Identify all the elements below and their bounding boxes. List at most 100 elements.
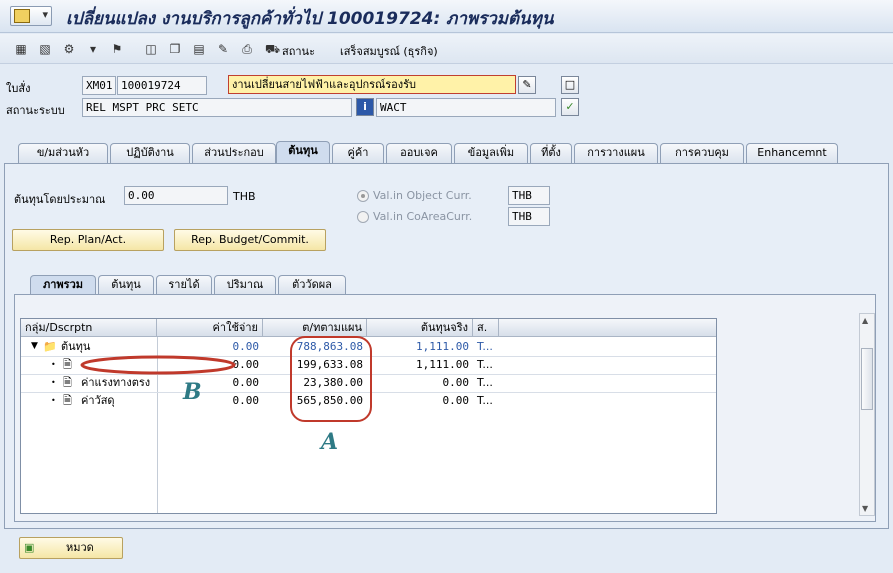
row-expense: 0.00 [232, 376, 260, 389]
row-expense: 0.00 [232, 340, 260, 353]
order-type-field: XM01 [82, 76, 116, 95]
tab-components[interactable]: ส่วนประกอบ [192, 143, 276, 163]
open-text-icon[interactable]: □ [561, 76, 579, 94]
row-status: T... [477, 340, 493, 353]
complete-business-button[interactable]: เสร็จสมบูรณ์ (ธุรกิจ) [340, 42, 438, 60]
category-button-label: หมวด [66, 541, 94, 554]
system-menu-icon [14, 9, 30, 23]
row-planned: 565,850.00 [296, 394, 363, 407]
long-text-icon[interactable]: ✎ [518, 76, 536, 94]
application-toolbar: ▦ ▧ ⚙ ▾ ⚑ ◫ ❐ ▤ ✎ ⎙ ⛟ สถานะ เสร็จสมบูรณ์… [0, 34, 893, 64]
system-status-label: สถานะระบบ [6, 104, 65, 117]
scroll-thumb[interactable] [861, 348, 873, 410]
object-currency-field: THB [508, 186, 550, 205]
flag-icon[interactable]: ⚑ [110, 42, 124, 56]
coarea-currency-field: THB [508, 207, 550, 226]
row-actual: 0.00 [442, 376, 470, 389]
subtab-costs[interactable]: ต้นทุน [98, 275, 154, 294]
column-header-status[interactable]: ส. [473, 319, 499, 337]
table-row[interactable]: ▼ 📁 ต้นทุน 0.00 788,863.08 1,111.00 T... [21, 338, 716, 356]
title-bar: ▾ เปลี่ยนแปลง งานบริการลูกค้าทั่วไป 1000… [0, 0, 893, 33]
system-status-field: REL MSPT PRC SETC [82, 98, 352, 117]
subtab-overview[interactable]: ภาพรวม [30, 275, 96, 294]
estimated-costs-field: 0.00 [124, 186, 228, 205]
estimated-costs-currency: THB [233, 190, 256, 203]
annotation-label-b: B [183, 379, 202, 405]
filter-icon[interactable]: ▾ [86, 42, 100, 56]
user-status-field: WACT [376, 98, 556, 117]
row-expense: 0.00 [232, 394, 260, 407]
check-icon[interactable]: ✓ [561, 98, 579, 116]
row-label [77, 356, 85, 374]
truck-icon[interactable]: ⛟ [265, 42, 280, 56]
row-planned: 199,633.08 [296, 358, 363, 371]
tab-partner[interactable]: คู่ค้า [332, 143, 384, 163]
row-status: T... [477, 376, 493, 389]
order-number-field: 100019724 [117, 76, 207, 95]
bullet-icon: • [51, 396, 56, 405]
row-actual: 0.00 [442, 394, 470, 407]
value-coarea-currency-label: Val.in CoAreaCurr. [373, 210, 473, 223]
calculator-icon[interactable]: ▧ [38, 42, 52, 56]
row-label: ต้นทุน [61, 340, 91, 353]
value-coarea-currency-radio [357, 211, 369, 223]
bullet-icon: • [51, 378, 56, 387]
table-row[interactable]: • 🗎 ค่าแรงทางตรง 0.00 23,380.00 0.00 T..… [21, 374, 716, 392]
row-planned: 788,863.08 [296, 340, 363, 353]
row-actual: 1,111.00 [416, 340, 469, 353]
row-status: T... [477, 358, 493, 371]
chevron-down-icon: ▾ [42, 8, 48, 21]
value-object-currency-radio [357, 190, 369, 202]
scroll-up-icon[interactable]: ▲ [862, 316, 868, 325]
subtab-revenues[interactable]: รายได้ [156, 275, 212, 294]
row-label: ค่าวัสดุ [81, 394, 115, 407]
report-budget-commit-button[interactable]: Rep. Budget/Commit. [174, 229, 326, 251]
column-header-group[interactable]: กลุ่ม/Dscrptn [21, 319, 157, 337]
document-icon: 🗎 [63, 376, 72, 389]
scroll-down-icon[interactable]: ▼ [862, 504, 868, 513]
document-icon: 🗎 [63, 358, 72, 371]
tab-operations[interactable]: ปฏิบัติงาน [110, 143, 190, 163]
subtab-key-figures[interactable]: ตัววัดผล [278, 275, 346, 294]
tab-control[interactable]: การควบคุม [660, 143, 744, 163]
add-category-icon: ▣ [24, 541, 35, 554]
edit-icon[interactable]: ✎ [216, 42, 230, 56]
subtab-quantities[interactable]: ปริมาณ [214, 275, 276, 294]
row-label: ค่าแรงทางตรง [81, 376, 151, 389]
structure-icon[interactable]: ◫ [144, 42, 158, 56]
table-row[interactable]: • 🗎 ค่าวัสดุ 0.00 565,850.00 0.00 T... [21, 392, 716, 410]
row-status: T... [477, 394, 493, 407]
copy-icon[interactable]: ❐ [168, 42, 182, 56]
column-header-filler [499, 319, 716, 337]
category-button[interactable]: ▣ หมวด [19, 537, 123, 559]
order-description-input[interactable]: งานเปลี่ยนสายไฟฟ้าและอุปกรณ์รองรับ [228, 75, 516, 94]
status-button[interactable]: สถานะ [282, 42, 315, 60]
system-menu-button[interactable]: ▾ [10, 6, 52, 26]
tab-enhancement[interactable]: Enhancemnt [746, 143, 838, 163]
document-icon: 🗎 [63, 394, 72, 407]
row-expense: 0.00 [232, 358, 260, 371]
info-icon[interactable]: i [356, 98, 374, 116]
column-header-planned[interactable]: ต/ทตามแผน [263, 319, 367, 337]
value-object-currency-label: Val.in Object Curr. [373, 189, 472, 202]
vertical-scrollbar[interactable]: ▲ ▼ [859, 313, 875, 516]
tab-costs[interactable]: ต้นทุน [276, 141, 330, 163]
document-icon[interactable]: ▤ [192, 42, 206, 56]
row-actual: 1,111.00 [416, 358, 469, 371]
display-icon[interactable]: ▦ [14, 42, 28, 56]
tab-planning[interactable]: การวางแผน [574, 143, 658, 163]
bullet-icon: • [51, 360, 56, 369]
report-plan-actual-button[interactable]: Rep. Plan/Act. [12, 229, 164, 251]
column-header-expense[interactable]: ค่าใช้จ่าย [157, 319, 263, 337]
tab-objects[interactable]: ออบเจค [386, 143, 452, 163]
tab-header-data[interactable]: ข/มส่วนหัว [18, 143, 108, 163]
column-header-actual[interactable]: ต้นทุนจริง [367, 319, 473, 337]
estimated-costs-label: ต้นทุนโดยประมาณ [14, 193, 106, 206]
table-row[interactable]: • 🗎 0.00 199,633.08 1,111.00 T... [21, 356, 716, 374]
tab-location[interactable]: ที่ตั้ง [530, 143, 572, 163]
hierarchy-icon[interactable]: ⚙ [62, 42, 76, 56]
print-icon[interactable]: ⎙ [240, 42, 254, 56]
tab-additional-data[interactable]: ข้อมูลเพิ่ม [454, 143, 528, 163]
cost-overview-table: กลุ่ม/Dscrptn ค่าใช้จ่าย ต/ทตามแผน ต้นทุ… [20, 318, 717, 514]
row-planned: 23,380.00 [303, 376, 363, 389]
